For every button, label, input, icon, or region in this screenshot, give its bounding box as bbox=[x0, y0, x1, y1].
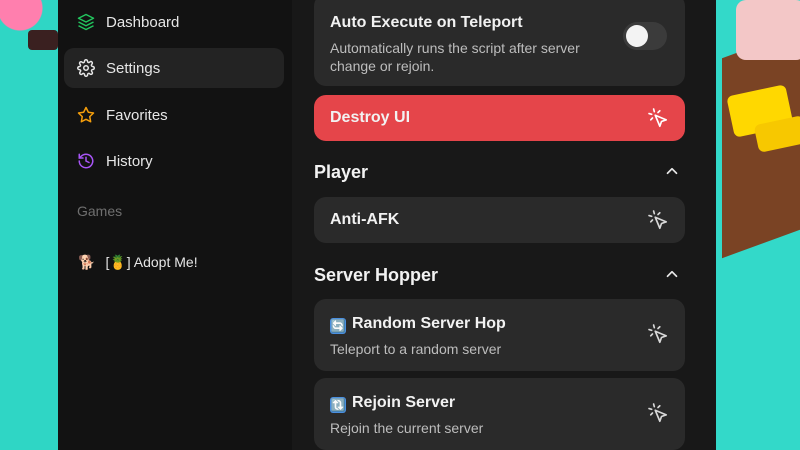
chevron-up-icon bbox=[666, 270, 678, 278]
arrows-clockwise-icon: 🔄 bbox=[330, 318, 346, 334]
game-scenery-cake bbox=[736, 0, 800, 60]
toggle-knob bbox=[626, 25, 648, 47]
cursor-click-icon bbox=[648, 108, 668, 128]
rejoin-server-button[interactable]: 🔃 Rejoin Server Rejoin the current server bbox=[314, 378, 685, 450]
sidebar-item-settings[interactable]: Settings bbox=[64, 48, 284, 88]
dog-icon: 🐕 bbox=[78, 253, 96, 270]
player-section-header[interactable]: Player bbox=[314, 158, 685, 186]
chevron-up-icon bbox=[666, 167, 678, 175]
settings-panel: Auto Execute on Teleport Automatically r… bbox=[292, 0, 716, 450]
sidebar-item-label: Dashboard bbox=[106, 13, 180, 31]
sidebar-item-label: Settings bbox=[106, 59, 161, 77]
auto-execute-title: Auto Execute on Teleport bbox=[330, 14, 523, 31]
sidebar-item-dashboard[interactable]: Dashboard bbox=[64, 2, 284, 42]
random-server-hop-button[interactable]: 🔄 Random Server Hop Teleport to a random … bbox=[314, 299, 685, 371]
auto-execute-card: Auto Execute on Teleport Automatically r… bbox=[314, 0, 685, 86]
sidebar-item-history[interactable]: History bbox=[64, 141, 284, 181]
sidebar-item-label: Favorites bbox=[106, 106, 168, 124]
gear-icon bbox=[76, 58, 96, 78]
layers-icon bbox=[76, 12, 96, 32]
games-section-label: Games bbox=[77, 203, 123, 219]
player-section-title: Player bbox=[314, 161, 369, 182]
destroy-ui-label: Destroy UI bbox=[330, 109, 411, 126]
random-server-hop-description: Teleport to a random server bbox=[330, 341, 502, 357]
game-item-adopt-me[interactable]: 🐕 [🍍] Adopt Me! bbox=[64, 242, 284, 282]
history-icon bbox=[76, 151, 96, 171]
sidebar-item-label: History bbox=[106, 152, 153, 170]
script-hub-window: Dashboard Settings Favorites History Gam… bbox=[58, 0, 716, 450]
auto-execute-description: Automatically runs the script after serv… bbox=[330, 40, 580, 74]
anti-afk-label: Anti-AFK bbox=[330, 211, 400, 228]
random-server-hop-title: 🔄 Random Server Hop bbox=[330, 315, 506, 334]
cursor-click-icon bbox=[648, 324, 668, 344]
rejoin-server-description: Rejoin the current server bbox=[330, 420, 484, 436]
auto-execute-toggle[interactable] bbox=[623, 22, 667, 50]
rejoin-server-title: 🔃 Rejoin Server bbox=[330, 394, 456, 413]
game-background-left bbox=[0, 0, 58, 450]
game-item-label: [🍍] Adopt Me! bbox=[105, 253, 198, 270]
cursor-click-icon bbox=[648, 403, 668, 423]
game-scenery-dark bbox=[28, 30, 58, 50]
cursor-click-icon bbox=[648, 210, 668, 230]
arrows-rejoin-icon: 🔃 bbox=[330, 397, 346, 413]
destroy-ui-button[interactable]: Destroy UI bbox=[314, 95, 685, 141]
server-hopper-section-header[interactable]: Server Hopper bbox=[314, 261, 685, 289]
sidebar: Dashboard Settings Favorites History Gam… bbox=[58, 0, 292, 450]
star-icon bbox=[76, 105, 96, 125]
game-background-right bbox=[716, 0, 800, 450]
sidebar-item-favorites[interactable]: Favorites bbox=[64, 95, 284, 135]
server-hopper-section-title: Server Hopper bbox=[314, 264, 439, 285]
anti-afk-button[interactable]: Anti-AFK bbox=[314, 197, 685, 243]
